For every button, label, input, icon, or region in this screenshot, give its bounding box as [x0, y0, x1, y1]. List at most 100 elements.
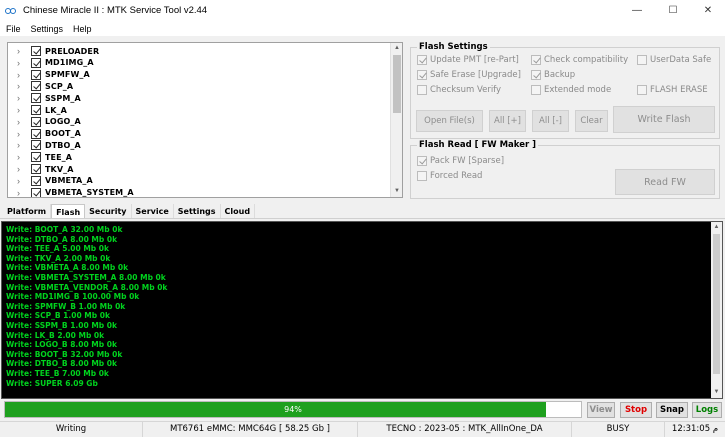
partition-checkbox[interactable]: [31, 93, 41, 104]
select-all-button[interactable]: All [+]: [489, 110, 526, 132]
expand-chevron-icon[interactable]: ›: [17, 152, 27, 162]
expand-chevron-icon[interactable]: ›: [17, 70, 27, 80]
userdata-safe-checkbox[interactable]: [637, 55, 647, 65]
stop-button[interactable]: Stop: [620, 402, 652, 418]
partition-checkbox[interactable]: [31, 187, 41, 197]
partition-checkbox[interactable]: [31, 69, 41, 80]
safe-erase-option[interactable]: Safe Erase [Upgrade]: [417, 70, 521, 80]
write-flash-button[interactable]: Write Flash: [613, 106, 715, 133]
safe-erase-checkbox[interactable]: [417, 70, 427, 80]
close-button[interactable]: ✕: [691, 0, 725, 21]
expand-chevron-icon[interactable]: ›: [17, 81, 27, 91]
tree-scroll-thumb[interactable]: [393, 55, 401, 113]
expand-chevron-icon[interactable]: ›: [17, 93, 27, 103]
partition-checkbox[interactable]: [31, 105, 41, 115]
flash-erase-option[interactable]: FLASH ERASE: [637, 85, 708, 95]
partition-row[interactable]: › LK_A: [8, 104, 67, 116]
open-files-button[interactable]: Open File(s): [416, 110, 483, 132]
menu-help[interactable]: Help: [68, 24, 97, 34]
check-compatibility-option[interactable]: Check compatibility: [531, 55, 628, 65]
partition-checkbox[interactable]: [31, 152, 41, 163]
expand-chevron-icon[interactable]: ›: [17, 164, 27, 174]
partition-row[interactable]: › MD1IMG_A: [8, 57, 94, 69]
partition-checkbox[interactable]: [31, 57, 41, 68]
extended-mode-option[interactable]: Extended mode: [531, 85, 611, 95]
tab-cloud[interactable]: Cloud: [221, 204, 256, 218]
checksum-verify-option[interactable]: Checksum Verify: [417, 85, 501, 95]
expand-chevron-icon[interactable]: ›: [17, 129, 27, 139]
partition-label: TKV_A: [45, 164, 74, 174]
update-pmt-checkbox[interactable]: [417, 55, 427, 65]
scroll-down-icon[interactable]: ▼: [391, 186, 402, 197]
partition-row[interactable]: › DTBO_A: [8, 139, 81, 151]
tab-service[interactable]: Service: [132, 204, 174, 218]
partition-label: SSPM_A: [45, 93, 81, 103]
partition-row[interactable]: › VBMETA_SYSTEM_A: [8, 187, 134, 198]
partition-row[interactable]: › SSPM_A: [8, 92, 81, 104]
update-pmt-option[interactable]: Update PMT [re-Part]: [417, 55, 519, 65]
pack-fw-option[interactable]: Pack FW [Sparse]: [417, 156, 504, 166]
snap-button[interactable]: Snap: [656, 402, 688, 418]
partition-checkbox[interactable]: [31, 116, 41, 127]
flash-erase-checkbox[interactable]: [637, 85, 647, 95]
logs-button[interactable]: Logs: [692, 402, 722, 418]
pack-fw-checkbox[interactable]: [417, 156, 427, 166]
userdata-safe-option[interactable]: UserData Safe: [637, 55, 711, 65]
expand-chevron-icon[interactable]: ›: [17, 176, 27, 186]
partition-checkbox[interactable]: [31, 128, 41, 139]
expand-chevron-icon[interactable]: ›: [17, 58, 27, 68]
partition-row[interactable]: › VBMETA_A: [8, 175, 93, 187]
backup-checkbox[interactable]: [531, 70, 541, 80]
menu-file[interactable]: File: [0, 24, 26, 34]
expand-chevron-icon[interactable]: ›: [17, 188, 27, 197]
partition-row[interactable]: › SPMFW_A: [8, 69, 90, 81]
partition-checkbox[interactable]: [31, 46, 41, 56]
expand-chevron-icon[interactable]: ›: [17, 117, 27, 127]
status-bar: Writing MT6761 eMMC: MMC64G [ 58.25 Gb ]…: [0, 421, 725, 437]
log-scrollbar[interactable]: ▲ ▼: [711, 222, 722, 398]
forced-read-option[interactable]: Forced Read: [417, 171, 482, 181]
partition-checkbox[interactable]: [31, 140, 41, 151]
check-compatibility-checkbox[interactable]: [531, 55, 541, 65]
tree-scrollbar[interactable]: ▲ ▼: [390, 43, 402, 197]
read-fw-button[interactable]: Read FW: [615, 169, 715, 195]
partition-tree: › PRELOADER › MD1IMG_A › SPMFW_A › SCP_A › SSPM_A…: [7, 42, 403, 198]
partition-row[interactable]: › TKV_A: [8, 163, 74, 175]
scroll-up-icon[interactable]: ▲: [391, 43, 402, 54]
expand-chevron-icon[interactable]: ›: [17, 105, 27, 115]
log-scroll-up-icon[interactable]: ▲: [711, 222, 722, 233]
partition-row[interactable]: › BOOT_A: [8, 128, 81, 140]
partition-label: TEE_A: [45, 152, 73, 162]
clear-button[interactable]: Clear: [575, 110, 608, 132]
partition-label: MD1IMG_A: [45, 58, 94, 68]
tab-security[interactable]: Security: [85, 204, 132, 218]
view-button[interactable]: View: [587, 402, 615, 418]
expand-chevron-icon[interactable]: ›: [17, 46, 27, 56]
partition-row[interactable]: › TEE_A: [8, 151, 72, 163]
partition-row[interactable]: › LOGO_A: [8, 116, 81, 128]
maximize-button[interactable]: ☐: [656, 0, 690, 21]
title-bar: Chinese Miracle II : MTK Service Tool v2…: [0, 0, 725, 21]
partition-checkbox[interactable]: [31, 175, 41, 186]
forced-read-checkbox[interactable]: [417, 171, 427, 181]
partition-checkbox[interactable]: [31, 164, 41, 174]
extended-mode-checkbox[interactable]: [531, 85, 541, 95]
partition-row[interactable]: › SCP_A: [8, 80, 73, 92]
deselect-all-button[interactable]: All [-]: [532, 110, 569, 132]
backup-option[interactable]: Backup: [531, 70, 575, 80]
partition-checkbox[interactable]: [31, 81, 41, 92]
partition-row[interactable]: › PRELOADER: [8, 45, 99, 57]
checksum-verify-checkbox[interactable]: [417, 85, 427, 95]
log-scroll-down-icon[interactable]: ▼: [711, 387, 722, 398]
log-line: Write: MD1IMG_B 100.00 Mb 0k: [6, 292, 140, 302]
log-line: Write: LOGO_B 8.00 Mb 0k: [6, 340, 117, 350]
tab-platform[interactable]: Platform: [3, 204, 52, 218]
partition-label: VBMETA_SYSTEM_A: [45, 188, 134, 198]
minimize-button[interactable]: —: [620, 0, 654, 21]
partition-label: VBMETA_A: [45, 176, 93, 186]
tab-settings[interactable]: Settings: [174, 204, 221, 218]
menu-settings[interactable]: Settings: [26, 24, 69, 34]
log-scroll-thumb[interactable]: [713, 234, 720, 374]
tab-flash[interactable]: Flash: [51, 204, 86, 219]
expand-chevron-icon[interactable]: ›: [17, 140, 27, 150]
